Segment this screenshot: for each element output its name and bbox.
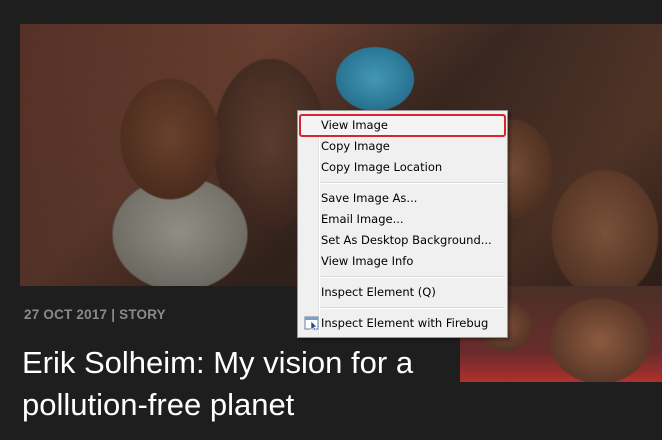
menu-item-set-desktop-background[interactable]: Set As Desktop Background... <box>300 230 505 251</box>
menu-item-view-image[interactable]: View Image <box>299 114 506 137</box>
menu-item-inspect-element[interactable]: Inspect Element (Q) <box>300 282 505 303</box>
firebug-icon <box>304 316 319 331</box>
article-meta: 27 OCT 2017 | STORY <box>24 307 166 322</box>
menu-item-inspect-firebug[interactable]: Inspect Element with Firebug <box>300 313 505 334</box>
menu-separator <box>321 307 504 309</box>
article-headline[interactable]: Erik Solheim: My vision for a pollution-… <box>22 342 462 426</box>
menu-item-copy-image-location[interactable]: Copy Image Location <box>300 157 505 178</box>
context-menu: View Image Copy Image Copy Image Locatio… <box>297 110 508 338</box>
menu-item-inspect-firebug-label: Inspect Element with Firebug <box>321 316 489 330</box>
menu-item-email-image[interactable]: Email Image... <box>300 209 505 230</box>
menu-item-copy-image[interactable]: Copy Image <box>300 136 505 157</box>
menu-item-save-image-as[interactable]: Save Image As... <box>300 188 505 209</box>
menu-separator <box>321 182 504 184</box>
menu-item-view-image-info[interactable]: View Image Info <box>300 251 505 272</box>
menu-separator <box>321 276 504 278</box>
